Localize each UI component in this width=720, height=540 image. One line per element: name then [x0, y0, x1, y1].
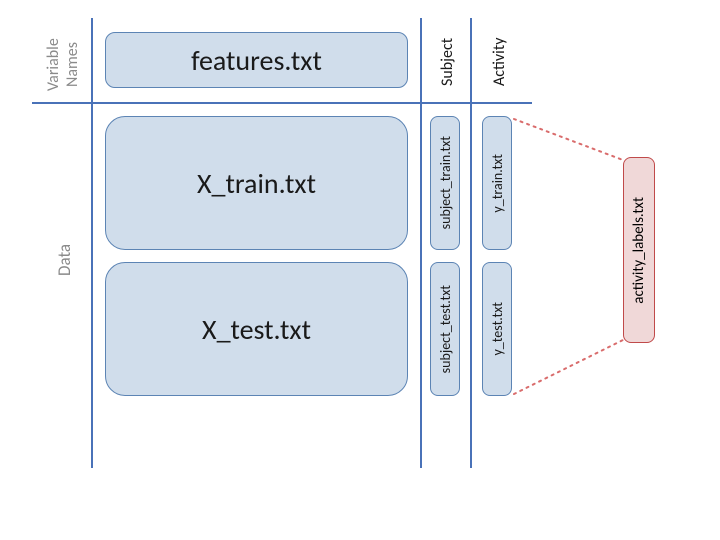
row-label-variable-names: Variable Names	[44, 30, 82, 100]
label-subject-train: subject_train.txt	[437, 136, 454, 229]
box-y-train: y_train.txt	[482, 116, 512, 250]
label-y-train: y_train.txt	[489, 154, 506, 213]
label-features: features.txt	[191, 43, 322, 78]
box-activity-labels: activity_labels.txt	[623, 157, 655, 343]
grid-v-main-left	[91, 18, 93, 468]
box-x-train: X_train.txt	[105, 116, 408, 250]
grid-h-header	[32, 102, 532, 104]
label-activity-labels: activity_labels.txt	[630, 197, 648, 304]
box-x-test: X_test.txt	[105, 262, 408, 396]
label-x-train: X_train.txt	[197, 166, 316, 201]
col-label-subject: Subject	[438, 26, 457, 98]
grid-v-subject-r	[470, 18, 472, 468]
label-subject-test: subject_test.txt	[437, 285, 454, 373]
row-label-data: Data	[54, 200, 75, 320]
col-label-activity: Activity	[490, 26, 509, 98]
label-x-test: X_test.txt	[202, 312, 311, 347]
grid-v-main-right	[420, 18, 422, 468]
diagram-stage: Variable Names Data Subject Activity fea…	[0, 0, 720, 540]
box-features: features.txt	[105, 32, 408, 88]
box-subject-train: subject_train.txt	[430, 116, 460, 250]
box-y-test: y_test.txt	[482, 262, 512, 396]
label-y-test: y_test.txt	[489, 302, 506, 356]
box-subject-test: subject_test.txt	[430, 262, 460, 396]
